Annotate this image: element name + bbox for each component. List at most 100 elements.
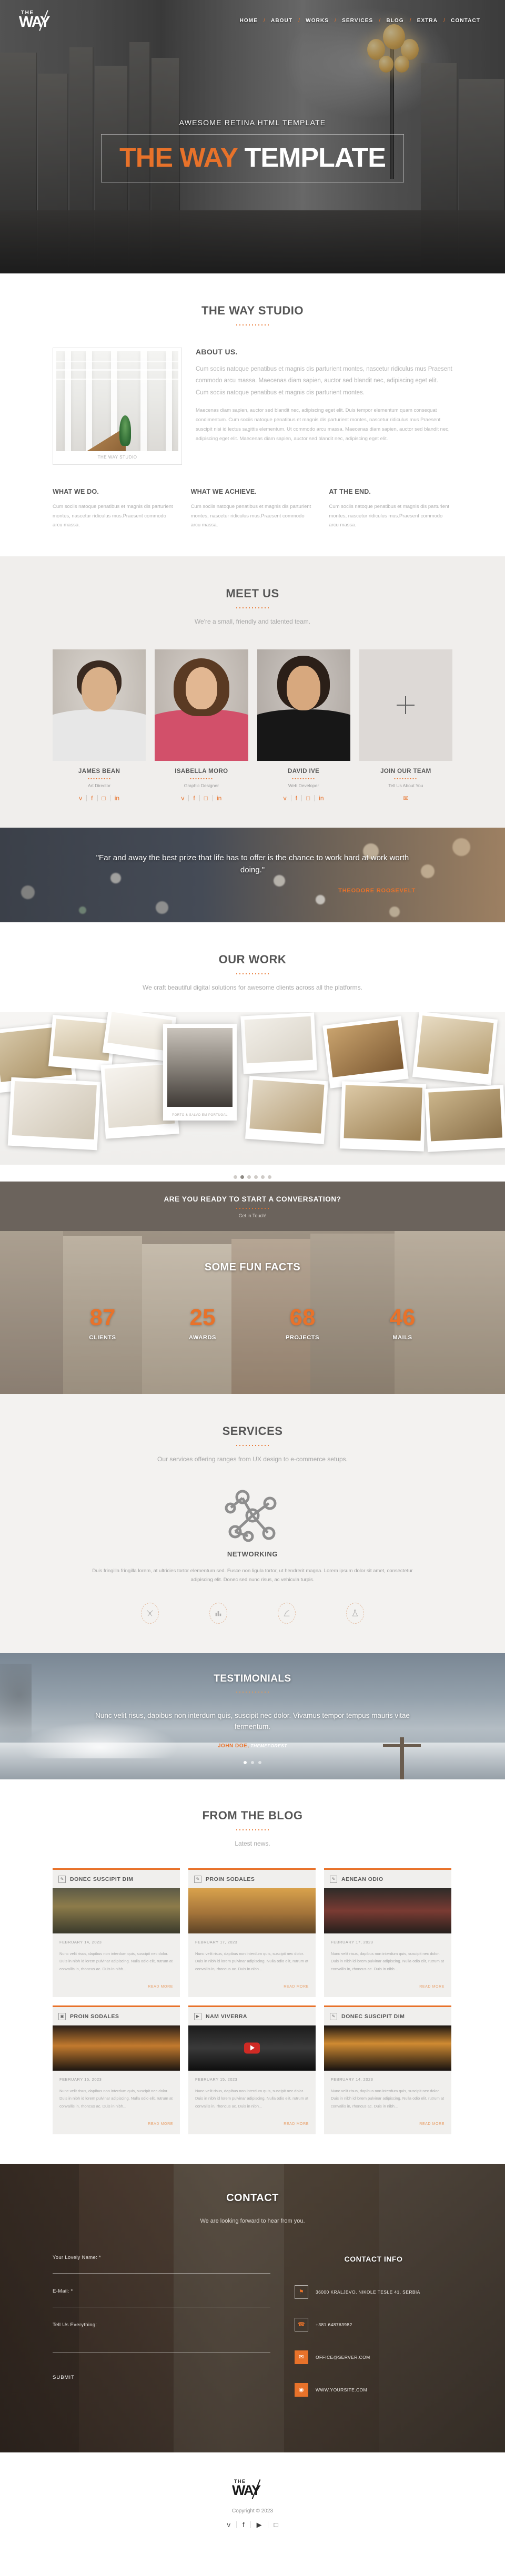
linkedin-icon[interactable]: in: [213, 795, 226, 801]
contact-field[interactable]: Tell Us Everything:: [53, 2322, 270, 2353]
instagram-icon[interactable]: □: [268, 2521, 284, 2528]
join-team-placeholder[interactable]: [359, 649, 452, 761]
blog-post-card[interactable]: ✎ DONEC SUSCIPIT DIM FEBRUARY 14, 2023 Nunc…: [324, 2005, 451, 2134]
contact-field-underline[interactable]: [53, 2351, 270, 2353]
envelope-icon[interactable]: ✉: [399, 795, 412, 801]
work-thumb[interactable]: [424, 1084, 505, 1152]
work-thumb[interactable]: [339, 1081, 427, 1152]
instagram-icon[interactable]: □: [302, 795, 315, 801]
work-thumb[interactable]: [322, 1015, 409, 1088]
team-member[interactable]: ISABELLA MORO Graphic Designer ᴠ f □ in: [155, 649, 248, 801]
work-pager-dot[interactable]: [261, 1175, 265, 1179]
work-pager-dot[interactable]: [234, 1175, 237, 1179]
blog-post-thumbnail[interactable]: [53, 1888, 180, 1933]
testimonials-pager[interactable]: [0, 1757, 505, 1767]
top-bar: THE WAY HOME / ABOUT / WORKS / SERVICES / BLOG / E…: [0, 0, 505, 41]
flask-icon[interactable]: [346, 1602, 364, 1624]
site-logo[interactable]: THE WAY: [19, 9, 60, 32]
team-member[interactable]: JAMES BEAN Art Director ᴠ f □ in: [53, 649, 146, 801]
work-pager[interactable]: [0, 1165, 505, 1182]
blog-post-card[interactable]: ▣ PROIN SODALES FEBRUARY 15, 2023 Nunc veli…: [53, 2005, 180, 2134]
team-member[interactable]: DAVID IVE Web Developer ᴠ f □ in: [257, 649, 350, 801]
cta-subtext[interactable]: Get in Touch!: [0, 1213, 505, 1218]
contact-info-item[interactable]: ☎ +381 648763982: [295, 2317, 452, 2331]
nav-item-works[interactable]: WORKS: [300, 18, 335, 24]
linkedin-icon[interactable]: in: [315, 795, 328, 801]
twitter-icon[interactable]: ᴠ: [177, 795, 189, 801]
work-featured-item[interactable]: PORTO & SALVO EM PORTUGAL: [163, 1023, 237, 1121]
work-thumb[interactable]: [245, 1075, 329, 1144]
contact-form[interactable]: Your Lovely Name: * E-Mail: * Tell Us Ever…: [53, 2255, 270, 2416]
blog-post-card[interactable]: ✎ DONEC SUSCIPIT DIM FEBRUARY 14, 2023 Nunc…: [53, 1868, 180, 1997]
instagram-icon[interactable]: □: [98, 795, 110, 801]
work-thumb[interactable]: [412, 1012, 498, 1085]
team-member-socials[interactable]: ᴠ f □ in: [257, 795, 350, 801]
facebook-icon[interactable]: f: [237, 2521, 251, 2528]
testimonial-pager-dot[interactable]: [251, 1760, 254, 1764]
blog-post-thumbnail[interactable]: [324, 1888, 451, 1933]
nav-item-blog[interactable]: BLOG: [380, 18, 409, 24]
blog-post-card[interactable]: ✎ AENEAN ODIO FEBRUARY 17, 2023 Nunc velit …: [324, 1868, 451, 1997]
blog-post-footer: READ MORE: [188, 2116, 316, 2134]
work-pager-dot[interactable]: [240, 1175, 244, 1179]
work-gallery[interactable]: PORTO & SALVO EM PORTUGAL: [0, 1012, 505, 1165]
twitter-icon[interactable]: ᴠ: [279, 795, 291, 801]
nav-item-about[interactable]: ABOUT: [265, 18, 298, 24]
main-navigation[interactable]: HOME / ABOUT / WORKS / SERVICES / BLOG / EXTRA / CON…: [234, 17, 486, 24]
pen-nib-icon[interactable]: [278, 1602, 296, 1624]
nav-item-services[interactable]: SERVICES: [336, 18, 379, 24]
linkedin-icon[interactable]: in: [110, 795, 124, 801]
work-pager-dot[interactable]: [254, 1175, 258, 1179]
facebook-icon[interactable]: f: [189, 795, 200, 801]
contact-info-item[interactable]: ◉ WWW.YOURSITE.COM: [295, 2382, 452, 2397]
nav-item-contact[interactable]: CONTACT: [445, 18, 486, 24]
testimonial-pager-dot[interactable]: [258, 1760, 261, 1764]
nav-item-extra[interactable]: EXTRA: [411, 18, 443, 24]
youtube-icon[interactable]: ▶: [251, 2521, 268, 2528]
blog-post-card[interactable]: ▶ NAM VIVERRA FEBRUARY 15, 2023 Nunc velit …: [188, 2005, 316, 2134]
blog-post-title: PROIN SODALES: [206, 1876, 255, 1882]
team-member-socials[interactable]: ᴠ f □ in: [53, 795, 146, 801]
read-more-link[interactable]: READ MORE: [148, 1985, 173, 1989]
bar-chart-icon[interactable]: [209, 1602, 227, 1624]
page-root: THE WAY HOME / ABOUT / WORKS / SERVICES / BLOG / E…: [0, 0, 505, 2552]
facebook-icon[interactable]: f: [87, 795, 98, 801]
footer-logo[interactable]: THE WAY: [232, 2479, 273, 2500]
studio-column-heading: WHAT WE DO.: [53, 488, 99, 495]
read-more-link[interactable]: READ MORE: [284, 1985, 309, 1989]
contact-field[interactable]: E-Mail: *: [53, 2288, 270, 2307]
nav-item-home[interactable]: HOME: [234, 18, 264, 24]
team-member[interactable]: JOIN OUR TEAM Tell Us About You ✉: [359, 649, 452, 801]
contact-field-underline[interactable]: [53, 2273, 270, 2274]
contact-info-item[interactable]: ✉ OFFICE@SERVER.COM: [295, 2350, 452, 2364]
blog-post-thumbnail[interactable]: [188, 2025, 316, 2071]
work-pager-dot[interactable]: [268, 1175, 271, 1179]
contact-content: CONTACT We are looking forward to hear f…: [0, 2192, 505, 2416]
contact-field[interactable]: Your Lovely Name: *: [53, 2255, 270, 2274]
blog-post-thumbnail[interactable]: [324, 2025, 451, 2071]
nav-separator: /: [298, 17, 300, 24]
work-thumb[interactable]: [240, 1012, 317, 1074]
read-more-link[interactable]: READ MORE: [148, 2122, 173, 2126]
twitter-icon[interactable]: ᴠ: [75, 795, 87, 801]
team-member-socials[interactable]: ✉: [359, 795, 452, 801]
read-more-link[interactable]: READ MORE: [284, 2122, 309, 2126]
team-member-socials[interactable]: ᴠ f □ in: [155, 795, 248, 801]
blog-post-thumbnail[interactable]: [53, 2025, 180, 2071]
submit-button[interactable]: SUBMIT: [53, 2369, 75, 2386]
play-button[interactable]: [244, 2042, 260, 2054]
contact-info-item[interactable]: ⚑ 36000 KRALJEVO, NIKOLE TESLE 41, SERBIA: [295, 2285, 452, 2299]
footer-social-links[interactable]: ᴠ f ▶ □: [0, 2521, 505, 2528]
twitter-icon[interactable]: ᴠ: [221, 2521, 237, 2528]
read-more-link[interactable]: READ MORE: [419, 1985, 445, 1989]
instagram-icon[interactable]: □: [200, 795, 213, 801]
facebook-icon[interactable]: f: [291, 795, 302, 801]
gallery-icon: ▣: [58, 2012, 66, 2020]
work-thumb[interactable]: [7, 1077, 101, 1150]
blog-post-card[interactable]: ✎ PROIN SODALES FEBRUARY 17, 2023 Nunc veli…: [188, 1868, 316, 1997]
blog-post-thumbnail[interactable]: [188, 1888, 316, 1933]
read-more-link[interactable]: READ MORE: [419, 2122, 445, 2126]
testimonial-pager-dot[interactable]: [244, 1760, 247, 1764]
work-pager-dot[interactable]: [247, 1175, 251, 1179]
tools-icon[interactable]: [141, 1602, 159, 1624]
